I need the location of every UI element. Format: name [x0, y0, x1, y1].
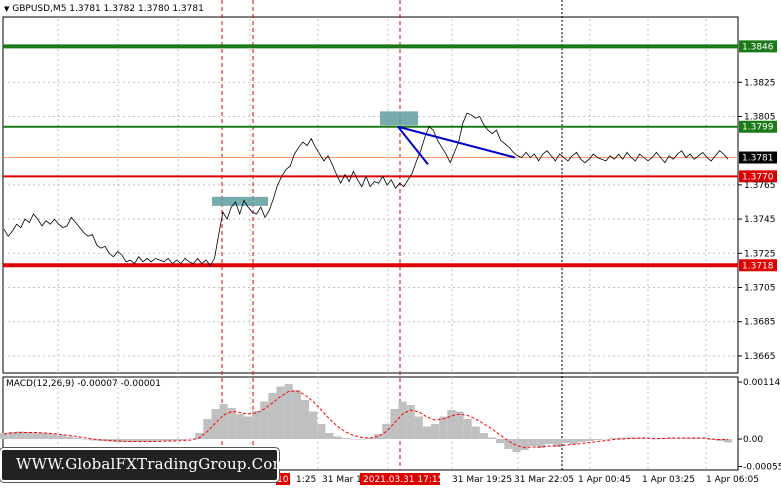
level-label: 1.3846 [742, 42, 774, 52]
macd-bar [593, 439, 602, 440]
macd-bar [431, 424, 440, 439]
macd-bar [471, 426, 480, 439]
macd-bar [439, 416, 448, 439]
time-tick-label: 31 Mar 1 [322, 475, 362, 485]
time-tick-label: 1 Apr 06:05 [706, 475, 759, 485]
macd-bar [650, 439, 659, 440]
macd-bar [333, 436, 342, 439]
main-grid [2, 16, 739, 374]
time-tick-label: 1:25 [296, 475, 316, 485]
macd-bar [40, 433, 49, 439]
macd-bar [325, 433, 334, 439]
macd-bar [601, 439, 611, 440]
macd-bar [211, 409, 220, 439]
macd-bar [577, 439, 586, 442]
macd-bar [48, 434, 57, 439]
macd-bar [520, 439, 529, 450]
macd-bar [504, 439, 513, 449]
macd-bar [56, 435, 66, 439]
macd-bar [32, 432, 41, 439]
price-levels: 1.38461.37991.37701.37181.3781 [3, 40, 777, 272]
macd-bar [284, 384, 293, 439]
macd-bar [414, 416, 423, 439]
macd-bar [252, 411, 261, 439]
macd-bar [300, 400, 310, 439]
macd-bar [544, 439, 554, 444]
macd-bar [65, 436, 74, 439]
y-tick-label: 1.3705 [744, 283, 776, 293]
price-line [3, 112, 729, 266]
macd-tick-label: 0.00 [743, 435, 763, 445]
level-label: 1.3799 [742, 123, 774, 133]
macd-tick-label: 0.00114 [743, 378, 780, 388]
macd-bar [561, 439, 570, 443]
macd-bar [496, 439, 505, 443]
macd-bar [317, 424, 326, 439]
entry-zone-box [380, 111, 418, 126]
macd-bar [341, 438, 350, 439]
macd-bar [512, 439, 521, 452]
time-tick-label: 31 Mar 22:05 [514, 475, 574, 485]
trend-line [397, 126, 429, 165]
macd-series [0, 384, 733, 452]
macd-bar [398, 401, 407, 439]
entry-zone-box [212, 196, 268, 206]
current-price-label: 1.3781 [742, 154, 774, 164]
macd-bar [463, 419, 472, 439]
time-axis: 1:25 31 Mar 1 31 Mar 19:25 31 Mar 22:05 1 Ap… [276, 473, 759, 485]
macd-bar [455, 411, 464, 439]
main-frame [2, 16, 739, 374]
macd-bar [268, 393, 277, 439]
macd-bar [422, 426, 432, 439]
macd-bar [528, 439, 537, 446]
macd-tick-label: -0.00055 [743, 463, 781, 473]
macd-bar [154, 439, 163, 441]
y-tick-label: 1.3665 [744, 352, 776, 362]
macd-bar [357, 439, 366, 440]
collapse-triangle-icon[interactable]: ▼ [4, 5, 9, 13]
macd-title: MACD(12,26,9) -0.00007 -0.00001 [6, 379, 162, 389]
y-tick-label: 1.3825 [744, 78, 776, 88]
macd-bar [349, 439, 358, 440]
chart-title-row: ▼ GBPUSD,M5 1.3781 1.3782 1.3780 1.3781 [4, 4, 204, 14]
macd-bar [675, 438, 684, 439]
macd-bar [24, 432, 33, 439]
time-tick-label: 1 Apr 00:45 [578, 475, 631, 485]
chart-canvas: 1.38461.37991.37701.37181.3781 1.38251.3… [0, 0, 781, 485]
macd-bar [235, 414, 244, 439]
macd-bar [81, 439, 90, 440]
macd-bar [292, 390, 301, 439]
macd-axis: 0.00114 0.00 -0.00055 [738, 378, 781, 473]
watermark-badge: WWW.GlobalFXTradingGroup.Com [0, 448, 287, 482]
macd-bar [170, 439, 179, 441]
chart-title: GBPUSD,M5 1.3781 1.3782 1.3780 1.3781 [12, 4, 204, 14]
y-tick-label: 1.3805 [744, 112, 776, 122]
zone-boxes [212, 111, 418, 206]
macd-bar [243, 416, 253, 439]
watermark-text: WWW.GlobalFXTradingGroup.Com [16, 455, 287, 473]
macd-bar [610, 438, 619, 439]
price-axis: 1.3825 1.3805 1.3765 1.3745 1.3725 1.3705 1.36… [738, 78, 776, 362]
macd-bar [447, 410, 456, 439]
macd-bar [390, 409, 399, 439]
trend-line [397, 125, 516, 159]
time-tick-label: 1 Apr 03:25 [642, 475, 695, 485]
y-tick-label: 1.3765 [744, 181, 776, 191]
y-tick-label: 1.3685 [744, 318, 776, 328]
macd-bar [73, 438, 82, 439]
macd-bar [309, 411, 318, 439]
time-tick-label: 31 Mar 19:25 [452, 475, 512, 485]
macd-bar [699, 438, 708, 439]
macd-bar [585, 439, 594, 441]
y-tick-label: 1.3745 [744, 215, 776, 225]
macd-bar [488, 437, 497, 439]
macd-bar [219, 404, 228, 439]
macd-bar [569, 439, 578, 444]
highlighted-time-label: 2021.03.31 17:15 [363, 475, 443, 485]
price-series [3, 112, 729, 266]
y-tick-label: 1.3725 [744, 249, 776, 259]
level-label: 1.3718 [742, 261, 774, 271]
macd-bar [479, 433, 489, 439]
